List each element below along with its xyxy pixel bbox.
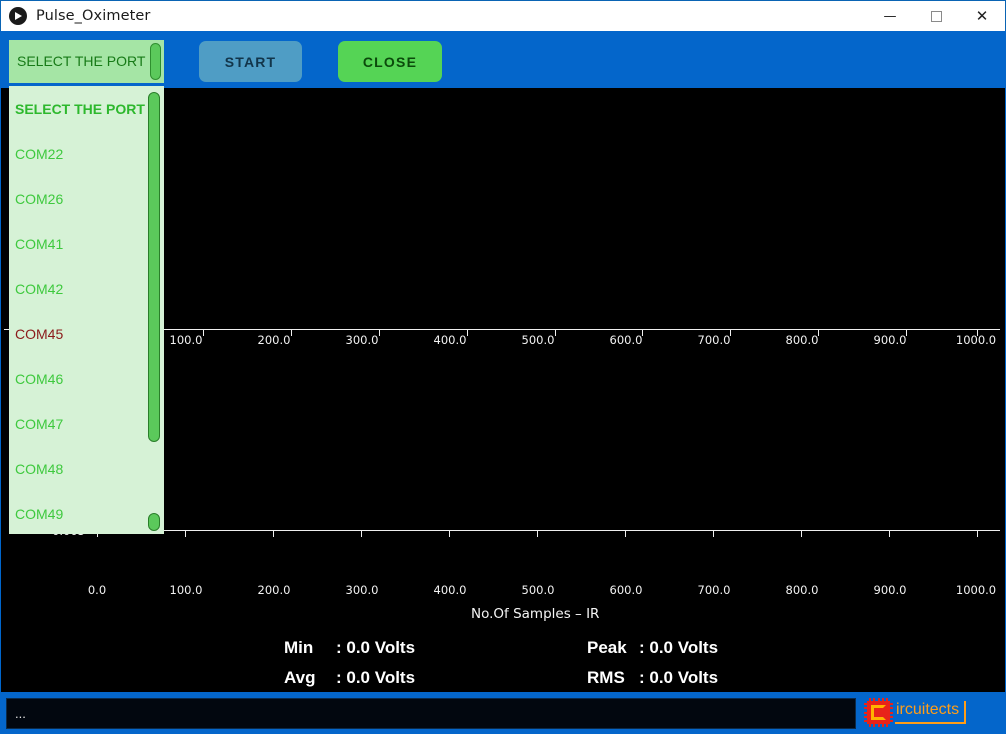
- ir-x-tick: [801, 531, 802, 537]
- ir-x-axis-line: [96, 530, 1000, 531]
- red-x-tick-label: 900.0: [873, 333, 907, 347]
- stat-peak: Peak : 0.0 Volts: [587, 638, 718, 658]
- close-window-button[interactable]: ✕: [959, 1, 1005, 32]
- dropdown-item-select-the-port[interactable]: SELECT THE PORT: [9, 86, 149, 131]
- stat-rms: RMS : 0.0 Volts: [587, 668, 718, 688]
- status-message-field[interactable]: ...: [6, 698, 856, 729]
- combo-scrollbar-thumb[interactable]: [150, 43, 161, 80]
- status-bar: ...: [0, 692, 1006, 734]
- ir-axis-title: No.Of Samples – IR: [471, 606, 600, 622]
- dropdown-scrollbar-down-button[interactable]: [148, 513, 160, 531]
- play-circle-icon: [9, 7, 27, 25]
- stat-min: Min : 0.0 Volts: [284, 638, 415, 658]
- ir-x-tick: [889, 531, 890, 537]
- ir-x-tick-label: 0.0: [87, 583, 107, 597]
- microchip-icon: [864, 698, 893, 727]
- port-select-combobox[interactable]: SELECT THE PORT: [9, 40, 164, 83]
- red-x-tick-label: 200.0: [257, 333, 291, 347]
- port-select-value: SELECT THE PORT: [17, 53, 146, 69]
- dropdown-item-com41[interactable]: COM41: [9, 221, 149, 266]
- window-titlebar: Pulse_Oximeter — ✕: [0, 0, 1006, 31]
- ir-x-tick: [537, 531, 538, 537]
- stat-peak-label: Peak: [587, 638, 627, 657]
- stat-avg: Avg : 0.0 Volts: [284, 668, 415, 688]
- logo-wordmark: ircuitects: [895, 701, 967, 724]
- measurement-stats-panel: Min : 0.0 Volts Avg : 0.0 Volts Peak : 0.0 …: [1, 630, 1005, 692]
- dropdown-item-com46[interactable]: COM46: [9, 356, 149, 401]
- stat-avg-value: : 0.0 Volts: [336, 668, 416, 687]
- ir-x-tick: [713, 531, 714, 537]
- ir-x-tick-label: 700.0: [697, 583, 731, 597]
- ir-x-tick: [185, 531, 186, 537]
- stat-min-value: : 0.0 Volts: [336, 638, 416, 657]
- ir-x-tick: [625, 531, 626, 537]
- ir-x-tick-label: 300.0: [345, 583, 379, 597]
- maximize-button[interactable]: [913, 1, 959, 32]
- dropdown-item-com42[interactable]: COM42: [9, 266, 149, 311]
- port-select-dropdown: SELECT THE PORT COM22 COM26 COM41 COM42 …: [9, 86, 164, 534]
- ir-x-tick-label: 600.0: [609, 583, 643, 597]
- red-x-tick: [291, 330, 292, 336]
- ir-x-tick-label: 200.0: [257, 583, 291, 597]
- red-x-tick: [555, 330, 556, 336]
- red-x-tick-label: 500.0: [521, 333, 555, 347]
- red-x-tick: [467, 330, 468, 336]
- start-button[interactable]: START: [199, 41, 302, 82]
- ir-x-tick-label: 800.0: [785, 583, 819, 597]
- square-icon: [930, 10, 942, 22]
- red-x-tick-label: 300.0: [345, 333, 379, 347]
- red-x-tick-label: 1000.0: [955, 333, 997, 347]
- ir-x-tick-label: 100.0: [169, 583, 203, 597]
- window-controls: — ✕: [867, 1, 1005, 32]
- window-title: Pulse_Oximeter: [36, 8, 151, 24]
- dropdown-item-com49[interactable]: COM49: [9, 491, 149, 534]
- ir-x-tick-label: 400.0: [433, 583, 467, 597]
- close-button[interactable]: CLOSE: [338, 41, 442, 82]
- dropdown-item-com48[interactable]: COM48: [9, 446, 149, 491]
- ir-x-tick: [361, 531, 362, 537]
- ir-x-tick-label: 900.0: [873, 583, 907, 597]
- red-x-tick-label: 800.0: [785, 333, 819, 347]
- red-x-tick-label: 400.0: [433, 333, 467, 347]
- ir-x-tick: [449, 531, 450, 537]
- ir-x-tick: [273, 531, 274, 537]
- stat-rms-value: : 0.0 Volts: [639, 668, 719, 687]
- stat-peak-value: : 0.0 Volts: [639, 638, 719, 657]
- red-x-tick-label: 600.0: [609, 333, 643, 347]
- chip-letter-c: [871, 705, 886, 720]
- dropdown-item-com45[interactable]: COM45: [9, 311, 149, 356]
- dropdown-item-com22[interactable]: COM22: [9, 131, 149, 176]
- red-x-tick-label: 100.0: [169, 333, 203, 347]
- red-x-tick: [379, 330, 380, 336]
- ir-x-tick-label: 1000.0: [955, 583, 997, 597]
- minimize-button[interactable]: —: [867, 1, 913, 32]
- ir-x-tick-label: 500.0: [521, 583, 555, 597]
- stat-avg-label: Avg: [284, 668, 316, 687]
- circuitects-logo: ircuitects: [864, 694, 992, 731]
- pulse-oximeter-window: Pulse_Oximeter — ✕ 100.0 200.0 300.0 400…: [0, 0, 1006, 734]
- dropdown-item-com26[interactable]: COM26: [9, 176, 149, 221]
- ir-x-tick: [977, 531, 978, 537]
- red-x-tick: [203, 330, 204, 336]
- dropdown-scrollbar-thumb[interactable]: [148, 92, 160, 442]
- stat-rms-label: RMS: [587, 668, 625, 687]
- dropdown-item-com47[interactable]: COM47: [9, 401, 149, 446]
- stat-min-label: Min: [284, 638, 314, 657]
- red-x-tick-label: 700.0: [697, 333, 731, 347]
